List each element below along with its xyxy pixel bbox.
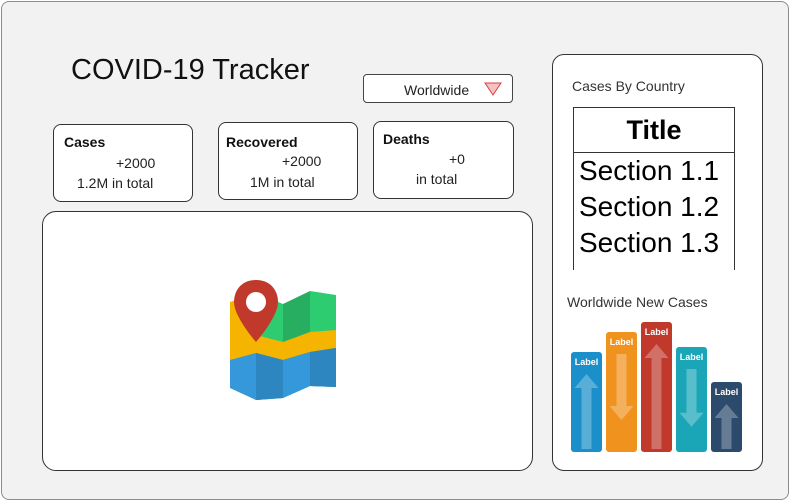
table-row[interactable]: Section 1.1 [574,153,734,189]
recovered-card-title: Recovered [226,134,298,150]
cases-card-title: Cases [64,134,106,150]
recovered-card-total: 1M in total [250,174,315,190]
chart-bar-label: Label [715,387,739,397]
sidebar-panel: Cases By Country Title Section 1.1 Secti… [552,54,763,471]
triangle-down-icon [484,82,502,96]
table-row[interactable]: Section 1.3 [574,225,734,261]
deaths-card-total: in total [416,171,458,187]
chart-bar: Label [571,352,602,452]
new-cases-bar-chart: Label Label Label Label Label [571,322,742,452]
chart-bar-label: Label [680,352,704,362]
cases-card-delta: +2000 [116,155,156,171]
deaths-card-delta: +0 [449,151,465,167]
cases-card[interactable]: Cases +2000 1.2M in total [53,124,193,202]
chart-bar-label: Label [610,337,634,347]
table-title: Title [574,108,734,153]
cases-by-country-table[interactable]: Title Section 1.1 Section 1.2 Section 1.… [573,107,735,270]
region-dropdown[interactable]: Worldwide [363,74,513,103]
table-row[interactable]: Section 1.2 [574,189,734,225]
recovered-card[interactable]: Recovered +2000 1M in total [218,122,358,200]
map-panel[interactable] [42,211,533,471]
worldwide-new-cases-heading: Worldwide New Cases [567,294,708,310]
chart-bar: Label [676,347,707,452]
chart-bar: Label [641,322,672,452]
recovered-card-delta: +2000 [282,153,322,169]
cases-card-total: 1.2M in total [77,175,154,191]
deaths-card-title: Deaths [383,131,430,147]
region-dropdown-value: Worldwide [404,82,470,98]
chart-bar-label: Label [575,357,599,367]
chart-bar: Label [711,382,742,452]
chart-bar: Label [606,332,637,452]
map-pin-icon [230,280,336,400]
cases-by-country-heading: Cases By Country [572,78,685,94]
deaths-card[interactable]: Deaths +0 in total [373,121,514,199]
chart-bar-label: Label [645,327,669,337]
page-title: COVID-19 Tracker [71,54,310,86]
